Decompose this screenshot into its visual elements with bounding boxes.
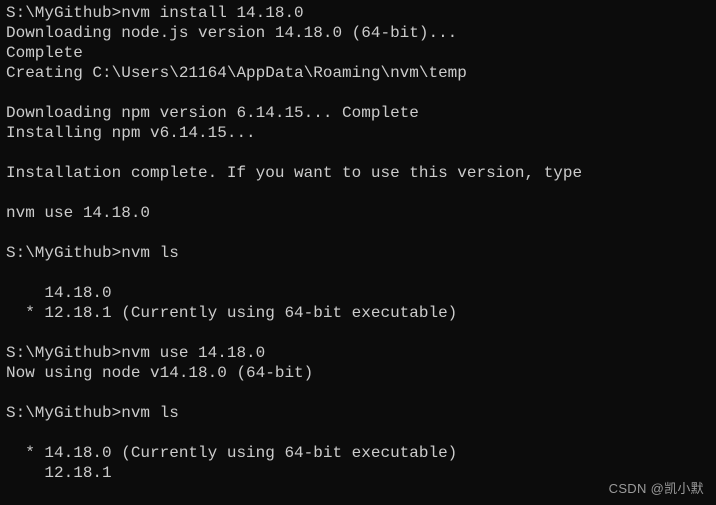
console-line-cmd-nvm-ls-1: S:\MyGithub>nvm ls	[6, 244, 179, 262]
console-line-ls2-version-14-current: * 14.18.0 (Currently using 64-bit execut…	[6, 444, 458, 462]
console-line-out-complete: Complete	[6, 44, 83, 62]
console-line-out-creating-temp: Creating C:\Users\21164\AppData\Roaming\…	[6, 64, 467, 82]
csdn-watermark: CSDN @凯小默	[608, 481, 704, 496]
terminal-window[interactable]: S:\MyGithub>nvm install 14.18.0 Downloadi…	[0, 0, 716, 505]
console-line-out-installation-complete: Installation complete. If you want to us…	[6, 164, 583, 182]
console-line-out-hint-nvm-use: nvm use 14.18.0	[6, 204, 151, 222]
console-line-out-downloading-node: Downloading node.js version 14.18.0 (64-…	[6, 24, 458, 42]
console-line-cmd-nvm-use: S:\MyGithub>nvm use 14.18.0	[6, 344, 266, 362]
console-output: S:\MyGithub>nvm install 14.18.0 Downloadi…	[2, 3, 716, 483]
console-line-cmd-nvm-install: S:\MyGithub>nvm install 14.18.0	[6, 4, 304, 22]
console-line-out-now-using: Now using node v14.18.0 (64-bit)	[6, 364, 314, 382]
console-line-ls1-version-14: 14.18.0	[6, 284, 112, 302]
console-line-ls1-version-12-current: * 12.18.1 (Currently using 64-bit execut…	[6, 304, 458, 322]
console-line-out-installing-npm: Installing npm v6.14.15...	[6, 124, 256, 142]
console-line-out-downloading-npm: Downloading npm version 6.14.15... Compl…	[6, 104, 419, 122]
console-line-cmd-nvm-ls-2: S:\MyGithub>nvm ls	[6, 404, 179, 422]
